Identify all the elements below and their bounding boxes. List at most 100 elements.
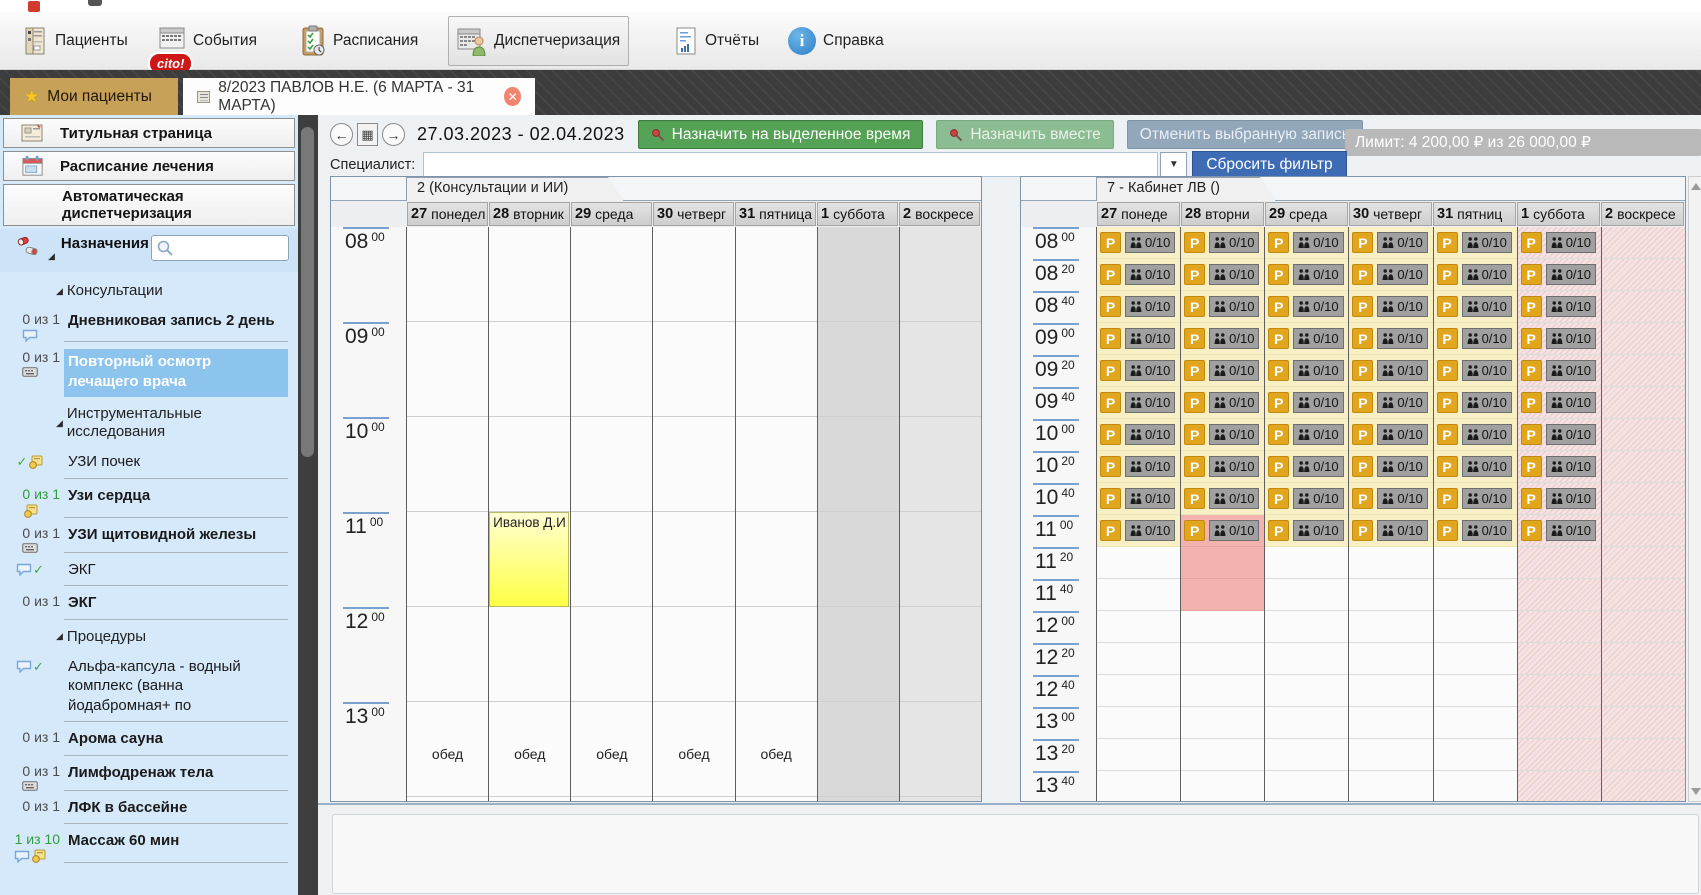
sidebar-scrollbar[interactable] — [298, 115, 318, 895]
tree-item[interactable]: 0 из 1Арома сауна — [0, 724, 298, 758]
tree-item[interactable]: 0 из 1УЗИ щитовидной железы — [0, 520, 298, 555]
tree-group[interactable]: ◢Инструментальные исследования — [0, 399, 298, 447]
schedule-hour-cell[interactable] — [818, 227, 899, 322]
cabinet-slot-cell[interactable]: Р0/10 — [1349, 451, 1432, 483]
cabinet-slot-cell[interactable]: Р0/10 — [1097, 355, 1180, 387]
day-header-cell[interactable]: 29среда — [1265, 202, 1348, 226]
cabinet-slot-cell[interactable] — [1518, 675, 1601, 707]
assign-selected-time-button[interactable]: Назначить на выделенное время — [638, 120, 924, 149]
cabinet-slot-cell[interactable] — [1434, 739, 1517, 771]
cabinet-slot-cell[interactable] — [1518, 611, 1601, 643]
cabinet-slot-cell[interactable]: Р0/10 — [1434, 227, 1517, 259]
cabinet-slot-cell[interactable]: Р0/10 — [1181, 355, 1264, 387]
cabinet-slot-cell[interactable] — [1602, 387, 1685, 419]
cabinet-slot-cell[interactable]: Р0/10 — [1181, 387, 1264, 419]
cabinet-slot-cell[interactable]: Р0/10 — [1349, 227, 1432, 259]
cabinet-slot-cell[interactable]: Р0/10 — [1349, 291, 1432, 323]
cabinet-slot-cell[interactable] — [1265, 707, 1348, 739]
tree-item-label[interactable]: Альфа-капсула - водный комплекс (ванна й… — [64, 657, 288, 723]
schedule-hour-cell[interactable] — [571, 322, 652, 417]
cabinet-slot-cell[interactable] — [1097, 739, 1180, 771]
schedule-hour-cell[interactable] — [653, 322, 734, 417]
cabinet-slot-cell[interactable]: Р0/10 — [1265, 515, 1348, 547]
cabinet-slot-cell[interactable] — [1181, 771, 1264, 801]
tree-item[interactable]: 0 из 1Повторный осмотр лечащего врача — [0, 344, 298, 399]
tab-patient-document[interactable]: 8/2023 ПАВЛОВ Н.Е. (6 МАРТА - 31 МАРТА) … — [183, 78, 535, 115]
cabinet-slot-cell[interactable] — [1434, 611, 1517, 643]
cabinet-slot-cell[interactable] — [1097, 579, 1180, 611]
schedule-hour-cell[interactable] — [900, 607, 981, 702]
cabinet-day-column[interactable]: Р0/10Р0/10Р0/10Р0/10Р0/10Р0/10Р0/10Р0/10… — [1518, 227, 1602, 801]
cabinet-slot-cell[interactable] — [1349, 579, 1432, 611]
tree-item[interactable]: 0 из 1ЭКГ — [0, 588, 298, 622]
cabinet-slot-cell[interactable]: Р0/10 — [1434, 451, 1517, 483]
cabinet-slot-cell[interactable] — [1097, 707, 1180, 739]
tree-item[interactable]: 0 из 1Дневниковая запись 2 день — [0, 306, 298, 344]
schedule-hour-cell[interactable] — [736, 227, 817, 322]
cabinet-slot-cell[interactable] — [1181, 707, 1264, 739]
cabinet-slot-cell[interactable] — [1097, 675, 1180, 707]
cabinet-grid-scrollbar[interactable] — [1688, 176, 1701, 802]
cabinet-slot-cell[interactable]: Р0/10 — [1097, 419, 1180, 451]
cabinet-slot-cell[interactable] — [1602, 259, 1685, 291]
cabinet-slot-cell[interactable] — [1097, 643, 1180, 675]
schedule-hour-cell[interactable]: обед — [736, 702, 817, 797]
reset-filter-button[interactable]: Сбросить фильтр — [1192, 151, 1346, 178]
cabinet-slot-cell[interactable]: Р0/10 — [1518, 259, 1601, 291]
tree-item-label[interactable]: ЛФК в бассейне — [64, 798, 288, 825]
cabinet-slot-cell[interactable] — [1181, 547, 1264, 579]
appointment-block[interactable]: Иванов Д.И — [489, 512, 569, 607]
cabinet-slot-cell[interactable]: Р0/10 — [1181, 227, 1264, 259]
schedule-hour-cell[interactable] — [653, 607, 734, 702]
cabinet-slot-cell[interactable]: Р0/10 — [1518, 419, 1601, 451]
cabinet-slot-cell[interactable]: Р0/10 — [1434, 323, 1517, 355]
tree-item-label-selected[interactable]: Повторный осмотр лечащего врача — [64, 349, 288, 397]
cabinet-slot-cell[interactable]: Р0/10 — [1181, 259, 1264, 291]
cabinet-slot-cell[interactable] — [1602, 515, 1685, 547]
tree-item[interactable]: 1 из 10Массаж 60 мин — [0, 826, 298, 865]
cabinet-slot-cell[interactable]: Р0/10 — [1349, 515, 1432, 547]
cabinet-slot-cell[interactable]: Р0/10 — [1181, 451, 1264, 483]
day-header-cell[interactable]: 1суббота — [817, 202, 898, 226]
schedule-hour-cell[interactable] — [571, 512, 652, 607]
schedule-hour-cell[interactable]: обед — [653, 702, 734, 797]
cabinet-slot-cell[interactable] — [1602, 355, 1685, 387]
schedule-hour-cell[interactable] — [571, 227, 652, 322]
schedule-hour-cell[interactable] — [818, 512, 899, 607]
schedule-hour-cell[interactable] — [489, 607, 570, 702]
cabinet-slot-cell[interactable]: Р0/10 — [1434, 419, 1517, 451]
cabinet-slot-cell[interactable] — [1434, 675, 1517, 707]
cabinet-slot-cell[interactable]: Р0/10 — [1181, 323, 1264, 355]
day-header-cell[interactable]: 27понедел — [407, 202, 488, 226]
tree-item[interactable]: ✓ЭКГ — [0, 555, 298, 589]
schedule-hour-cell[interactable] — [407, 607, 488, 702]
calendar-picker-button[interactable]: ▦ — [357, 123, 378, 146]
schedule-hour-cell[interactable] — [900, 322, 981, 417]
cabinet-slot-cell[interactable]: Р0/10 — [1265, 355, 1348, 387]
cabinet-day-column[interactable]: Р0/10Р0/10Р0/10Р0/10Р0/10Р0/10Р0/10Р0/10… — [1265, 227, 1349, 801]
schedule-day-column[interactable]: обед — [407, 227, 489, 801]
cabinet-slot-cell[interactable] — [1434, 579, 1517, 611]
schedule-hour-cell[interactable] — [736, 607, 817, 702]
cabinet-slot-cell[interactable] — [1602, 547, 1685, 579]
tree-item-label[interactable]: ЭКГ — [64, 560, 288, 587]
tree-item-label[interactable]: Узи сердца — [64, 486, 288, 518]
schedule-hour-cell[interactable] — [736, 417, 817, 512]
day-header-cell[interactable]: 2воскресе — [899, 202, 980, 226]
cabinet-slot-cell[interactable]: Р0/10 — [1265, 259, 1348, 291]
schedule-hour-cell[interactable] — [489, 322, 570, 417]
day-header-cell[interactable]: 27понеде — [1097, 202, 1180, 226]
tree-item[interactable]: ✓Альфа-капсула - водный комплекс (ванна … — [0, 652, 298, 725]
cabinet-slot-cell[interactable]: Р0/10 — [1097, 483, 1180, 515]
cabinet-slot-cell[interactable]: Р0/10 — [1265, 227, 1348, 259]
cabinet-slot-cell[interactable]: Р0/10 — [1518, 291, 1601, 323]
close-tab-icon[interactable]: ✕ — [504, 87, 521, 106]
schedule-day-column[interactable] — [900, 227, 981, 801]
tree-item-label[interactable]: ЭКГ — [64, 593, 288, 620]
tree-item-label[interactable]: УЗИ почек — [64, 452, 288, 479]
cabinet-slot-cell[interactable] — [1518, 643, 1601, 675]
cabinet-slot-cell[interactable] — [1434, 643, 1517, 675]
toolbar-help-button[interactable]: i Справка — [780, 16, 892, 66]
cabinet-slot-cell[interactable]: Р0/10 — [1265, 419, 1348, 451]
specialist-combobox[interactable] — [423, 152, 1158, 177]
